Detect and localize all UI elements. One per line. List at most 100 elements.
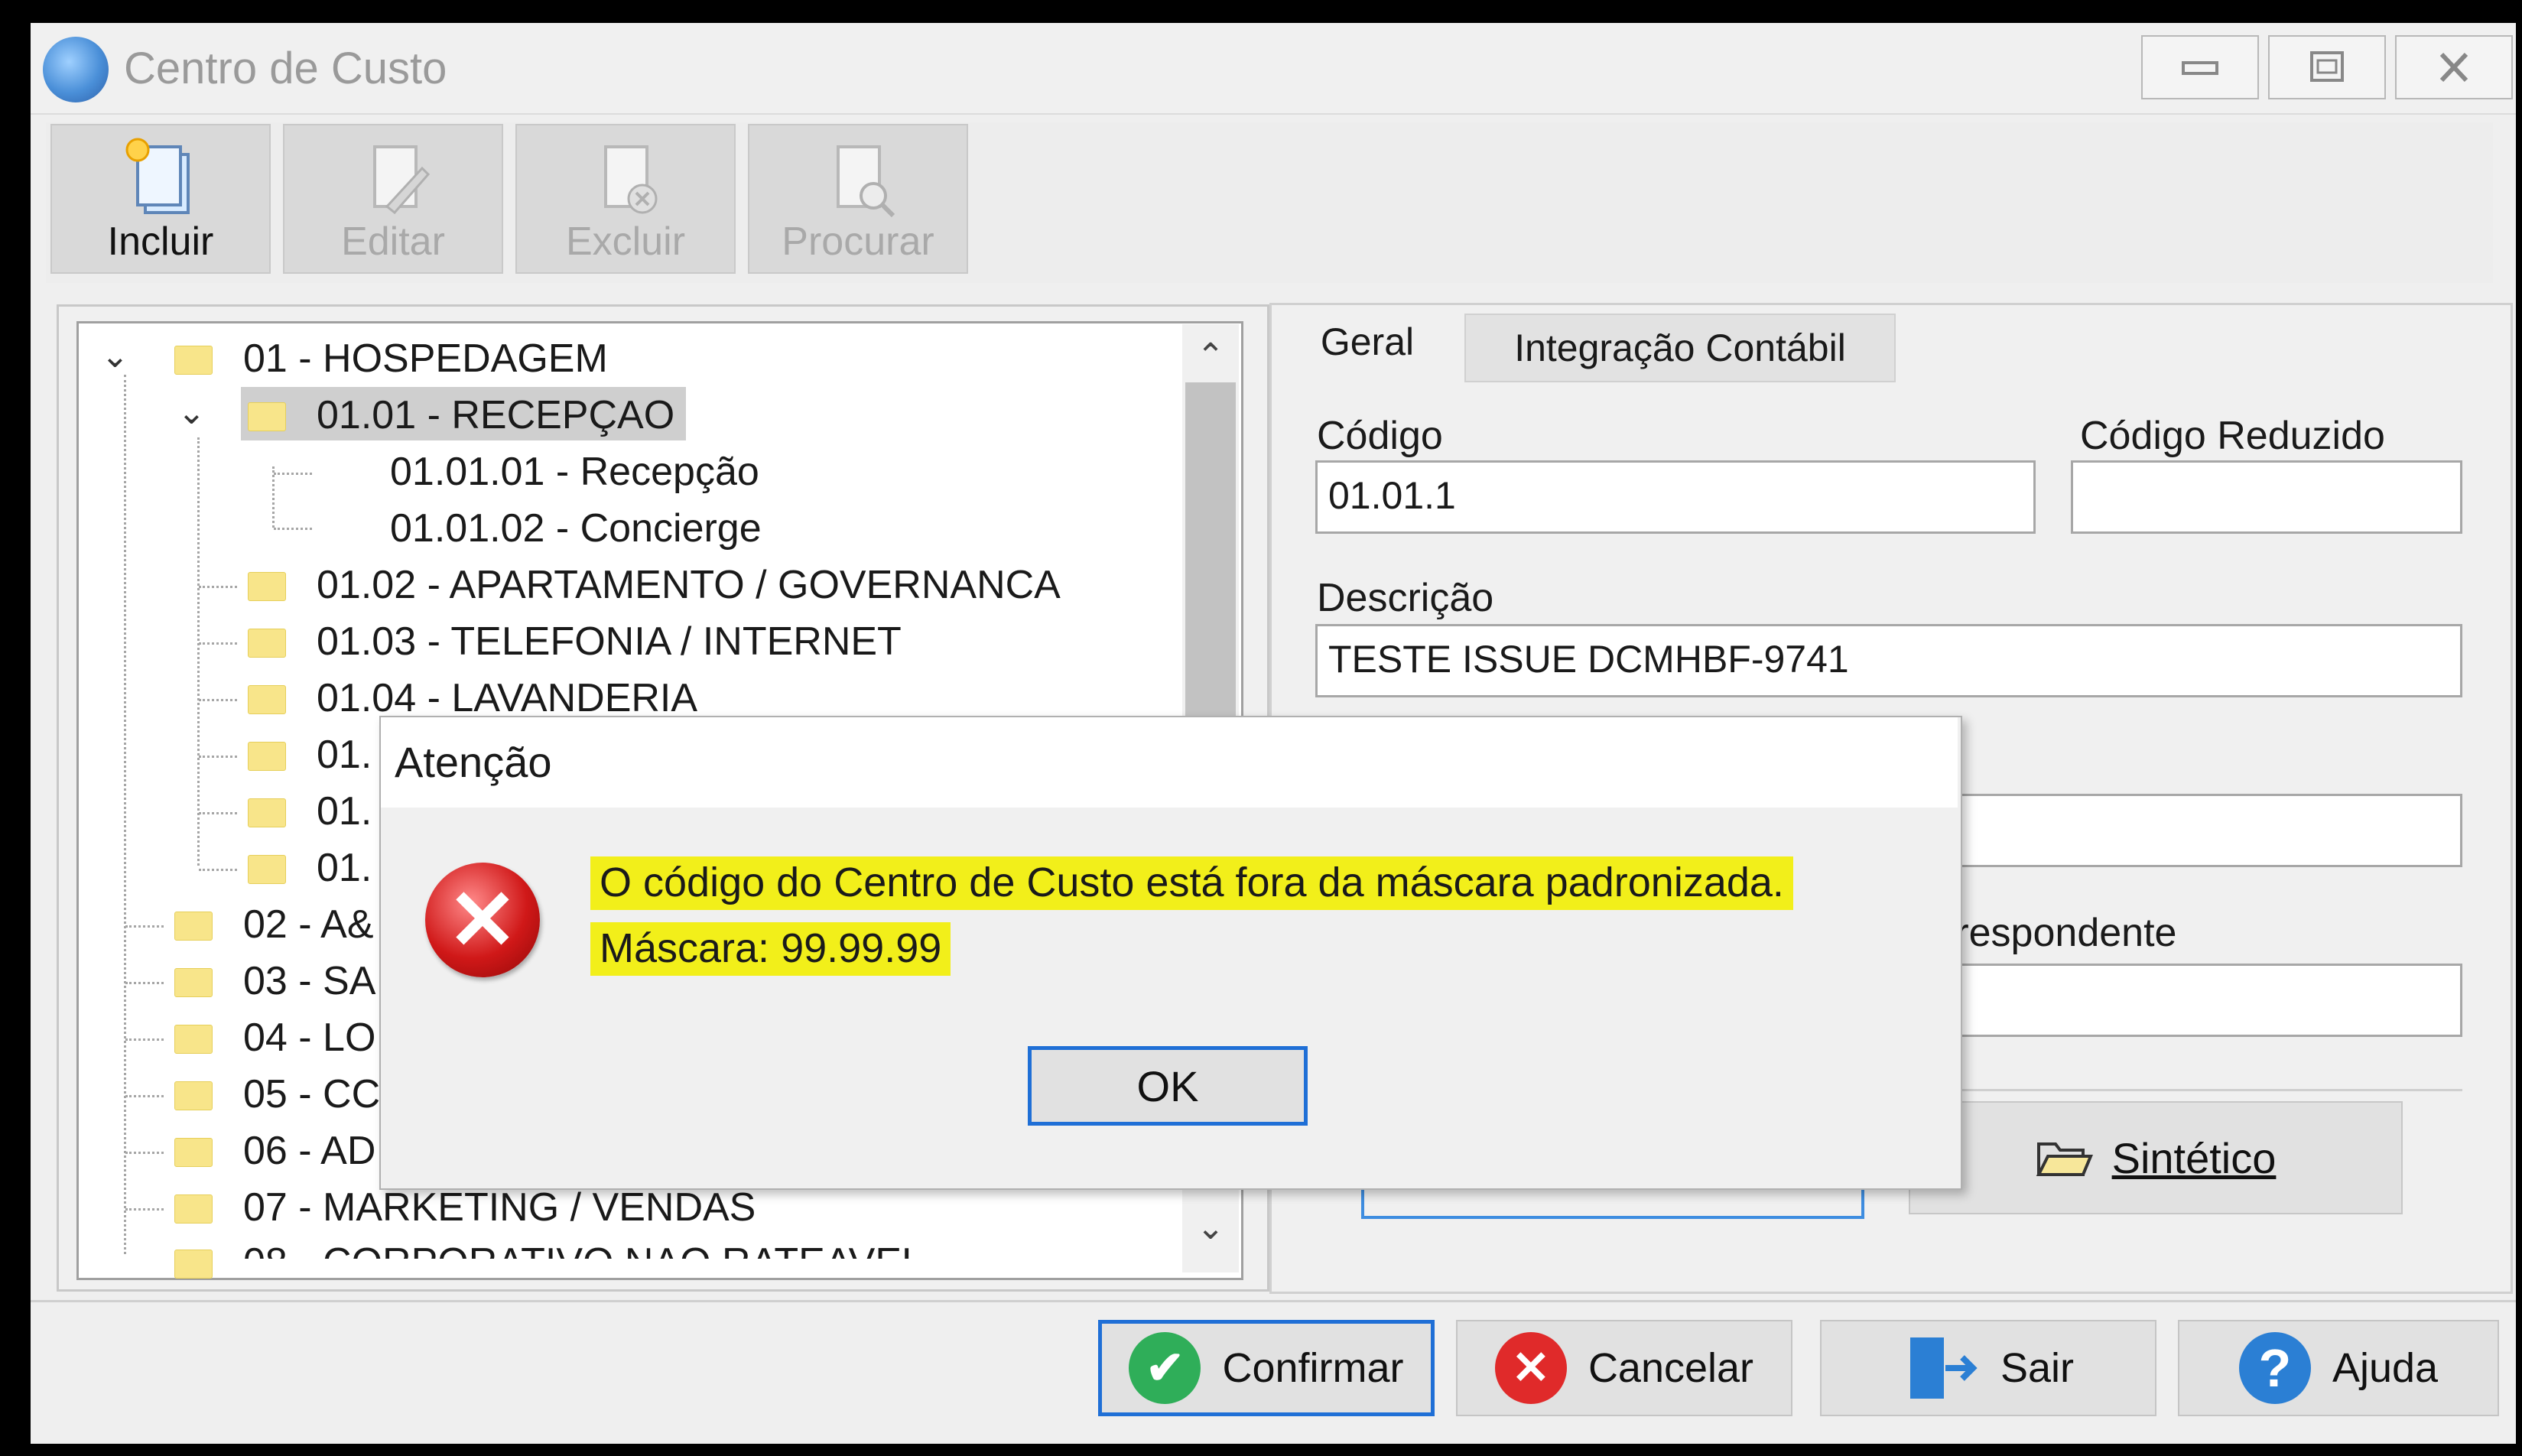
cancelar-button[interactable]: ✕ Cancelar — [1456, 1320, 1792, 1416]
tree-line — [125, 1038, 164, 1041]
excluir-button[interactable]: Excluir — [515, 124, 736, 274]
editar-label: Editar — [341, 219, 445, 264]
window-title: Centro de Custo — [124, 44, 447, 93]
folder-icon — [248, 742, 286, 771]
tree-item[interactable]: 05 - CC — [243, 1069, 380, 1120]
tree-item[interactable]: 01.01.01 - Recepção — [390, 447, 759, 497]
folder-open-icon — [2036, 1142, 2093, 1176]
tree-line — [197, 437, 200, 866]
ok-button[interactable]: OK — [1028, 1046, 1308, 1126]
descricao-field[interactable]: TESTE ISSUE DCMHBF-9741 — [1315, 624, 2462, 697]
tree-line — [199, 586, 237, 588]
chevron-down-icon[interactable]: ⌄ — [101, 336, 129, 375]
tree-item[interactable]: 03 - SA — [243, 956, 375, 1006]
folder-icon — [248, 402, 286, 431]
confirmar-button[interactable]: ✔ Confirmar — [1098, 1320, 1435, 1416]
folder-icon — [248, 685, 286, 714]
tree-item[interactable]: 01. — [317, 843, 372, 893]
tree-line — [125, 925, 164, 928]
tree-item[interactable]: 01.01.02 - Concierge — [390, 503, 762, 554]
tree-item[interactable]: 06 - AD — [243, 1126, 375, 1176]
folder-icon — [248, 629, 286, 658]
check-icon: ✔ — [1129, 1332, 1201, 1404]
dialog-message: O código do Centro de Custo está fora da… — [590, 855, 1793, 986]
tree-line — [274, 473, 312, 475]
dialog-message-line1: O código do Centro de Custo está fora da… — [590, 856, 1793, 910]
tree-line — [125, 1095, 164, 1097]
tree-item[interactable]: 04 - LO — [243, 1012, 375, 1063]
edit-document-icon — [373, 145, 431, 215]
tree-line — [199, 869, 237, 871]
cancelar-label: Cancelar — [1588, 1345, 1754, 1391]
codigo-reduzido-label: Código Reduzido — [2080, 414, 2385, 458]
chevron-down-icon[interactable]: ⌄ — [177, 393, 206, 432]
tree-line — [125, 1208, 164, 1211]
tree-item[interactable]: 01.03 - TELEFONIA / INTERNET — [317, 616, 902, 667]
folder-icon — [174, 912, 213, 941]
scroll-up-icon[interactable]: ⌃ — [1185, 336, 1236, 382]
confirmar-label: Confirmar — [1222, 1345, 1404, 1391]
sair-button[interactable]: Sair — [1820, 1320, 2156, 1416]
tree-item-selected[interactable]: 01.01 - RECEPÇAO — [317, 390, 674, 440]
tab-geral[interactable]: Geral — [1276, 307, 1459, 376]
incluir-label: Incluir — [107, 219, 214, 264]
editar-button[interactable]: Editar — [283, 124, 503, 274]
dialog-title: Atenção — [395, 738, 552, 786]
tab-integracao-contabil[interactable]: Integração Contábil — [1464, 314, 1896, 382]
cancel-icon: ✕ — [1494, 1332, 1567, 1404]
tree-line — [199, 642, 237, 645]
tree-line — [199, 812, 237, 814]
tree-line — [124, 375, 126, 1254]
error-icon: ✕ — [425, 863, 540, 977]
descricao-label: Descrição — [1317, 576, 1494, 620]
folder-icon — [248, 798, 286, 827]
scroll-down-icon[interactable]: ⌄ — [1185, 1208, 1236, 1254]
exit-door-icon — [1909, 1337, 1978, 1399]
folder-icon — [174, 346, 213, 375]
tree-line — [125, 1152, 164, 1154]
ajuda-label: Ajuda — [2332, 1345, 2439, 1391]
folder-icon — [174, 968, 213, 997]
folder-icon — [174, 1081, 213, 1110]
procurar-button[interactable]: Procurar — [748, 124, 968, 274]
folder-icon — [174, 1138, 213, 1167]
procurar-label: Procurar — [782, 219, 934, 264]
tree-item[interactable]: 02 - A& — [243, 899, 374, 950]
close-icon — [2439, 52, 2468, 83]
folder-icon — [174, 1250, 213, 1279]
tree-line — [125, 982, 164, 984]
correspondente-label: rrespondente — [1942, 911, 2177, 955]
tree-line — [199, 699, 237, 701]
tree-item[interactable]: 01.02 - APARTAMENTO / GOVERNANCA — [317, 560, 1061, 610]
excluir-label: Excluir — [565, 219, 686, 264]
globe-icon — [43, 37, 109, 102]
minimize-icon — [2182, 61, 2218, 75]
minimize-button[interactable] — [2141, 35, 2259, 99]
codigo-reduzido-field[interactable] — [2071, 460, 2462, 534]
folder-icon — [248, 572, 286, 601]
delete-document-icon — [604, 145, 658, 214]
sintetico-label: Sintético — [2111, 1133, 2277, 1182]
folder-icon — [174, 1025, 213, 1054]
help-icon: ? — [2238, 1332, 2311, 1404]
tree-line — [274, 528, 312, 530]
incluir-button[interactable]: Incluir — [50, 124, 271, 274]
search-document-icon — [837, 145, 895, 218]
tree-line — [199, 756, 237, 758]
sintetico-button[interactable]: Sintético — [1909, 1101, 2403, 1214]
tree-item[interactable]: 01. — [317, 786, 372, 837]
new-document-icon — [125, 138, 190, 214]
tree-item[interactable]: 01 - HOSPEDAGEM — [243, 333, 608, 384]
close-button[interactable] — [2395, 35, 2513, 99]
codigo-field[interactable]: 01.01.1 — [1315, 460, 2036, 534]
folder-icon — [248, 855, 286, 884]
maximize-button[interactable] — [2268, 35, 2386, 99]
tree-line — [272, 466, 275, 528]
sair-label: Sair — [2000, 1345, 2075, 1391]
dialog-title-bar — [381, 717, 1958, 808]
tree-item[interactable]: 01. — [317, 730, 372, 780]
ajuda-button[interactable]: ? Ajuda — [2178, 1320, 2499, 1416]
maximize-icon — [2310, 51, 2344, 82]
codigo-label: Código — [1317, 414, 1443, 458]
dialog-message-line2: Máscara: 99.99.99 — [590, 922, 951, 976]
